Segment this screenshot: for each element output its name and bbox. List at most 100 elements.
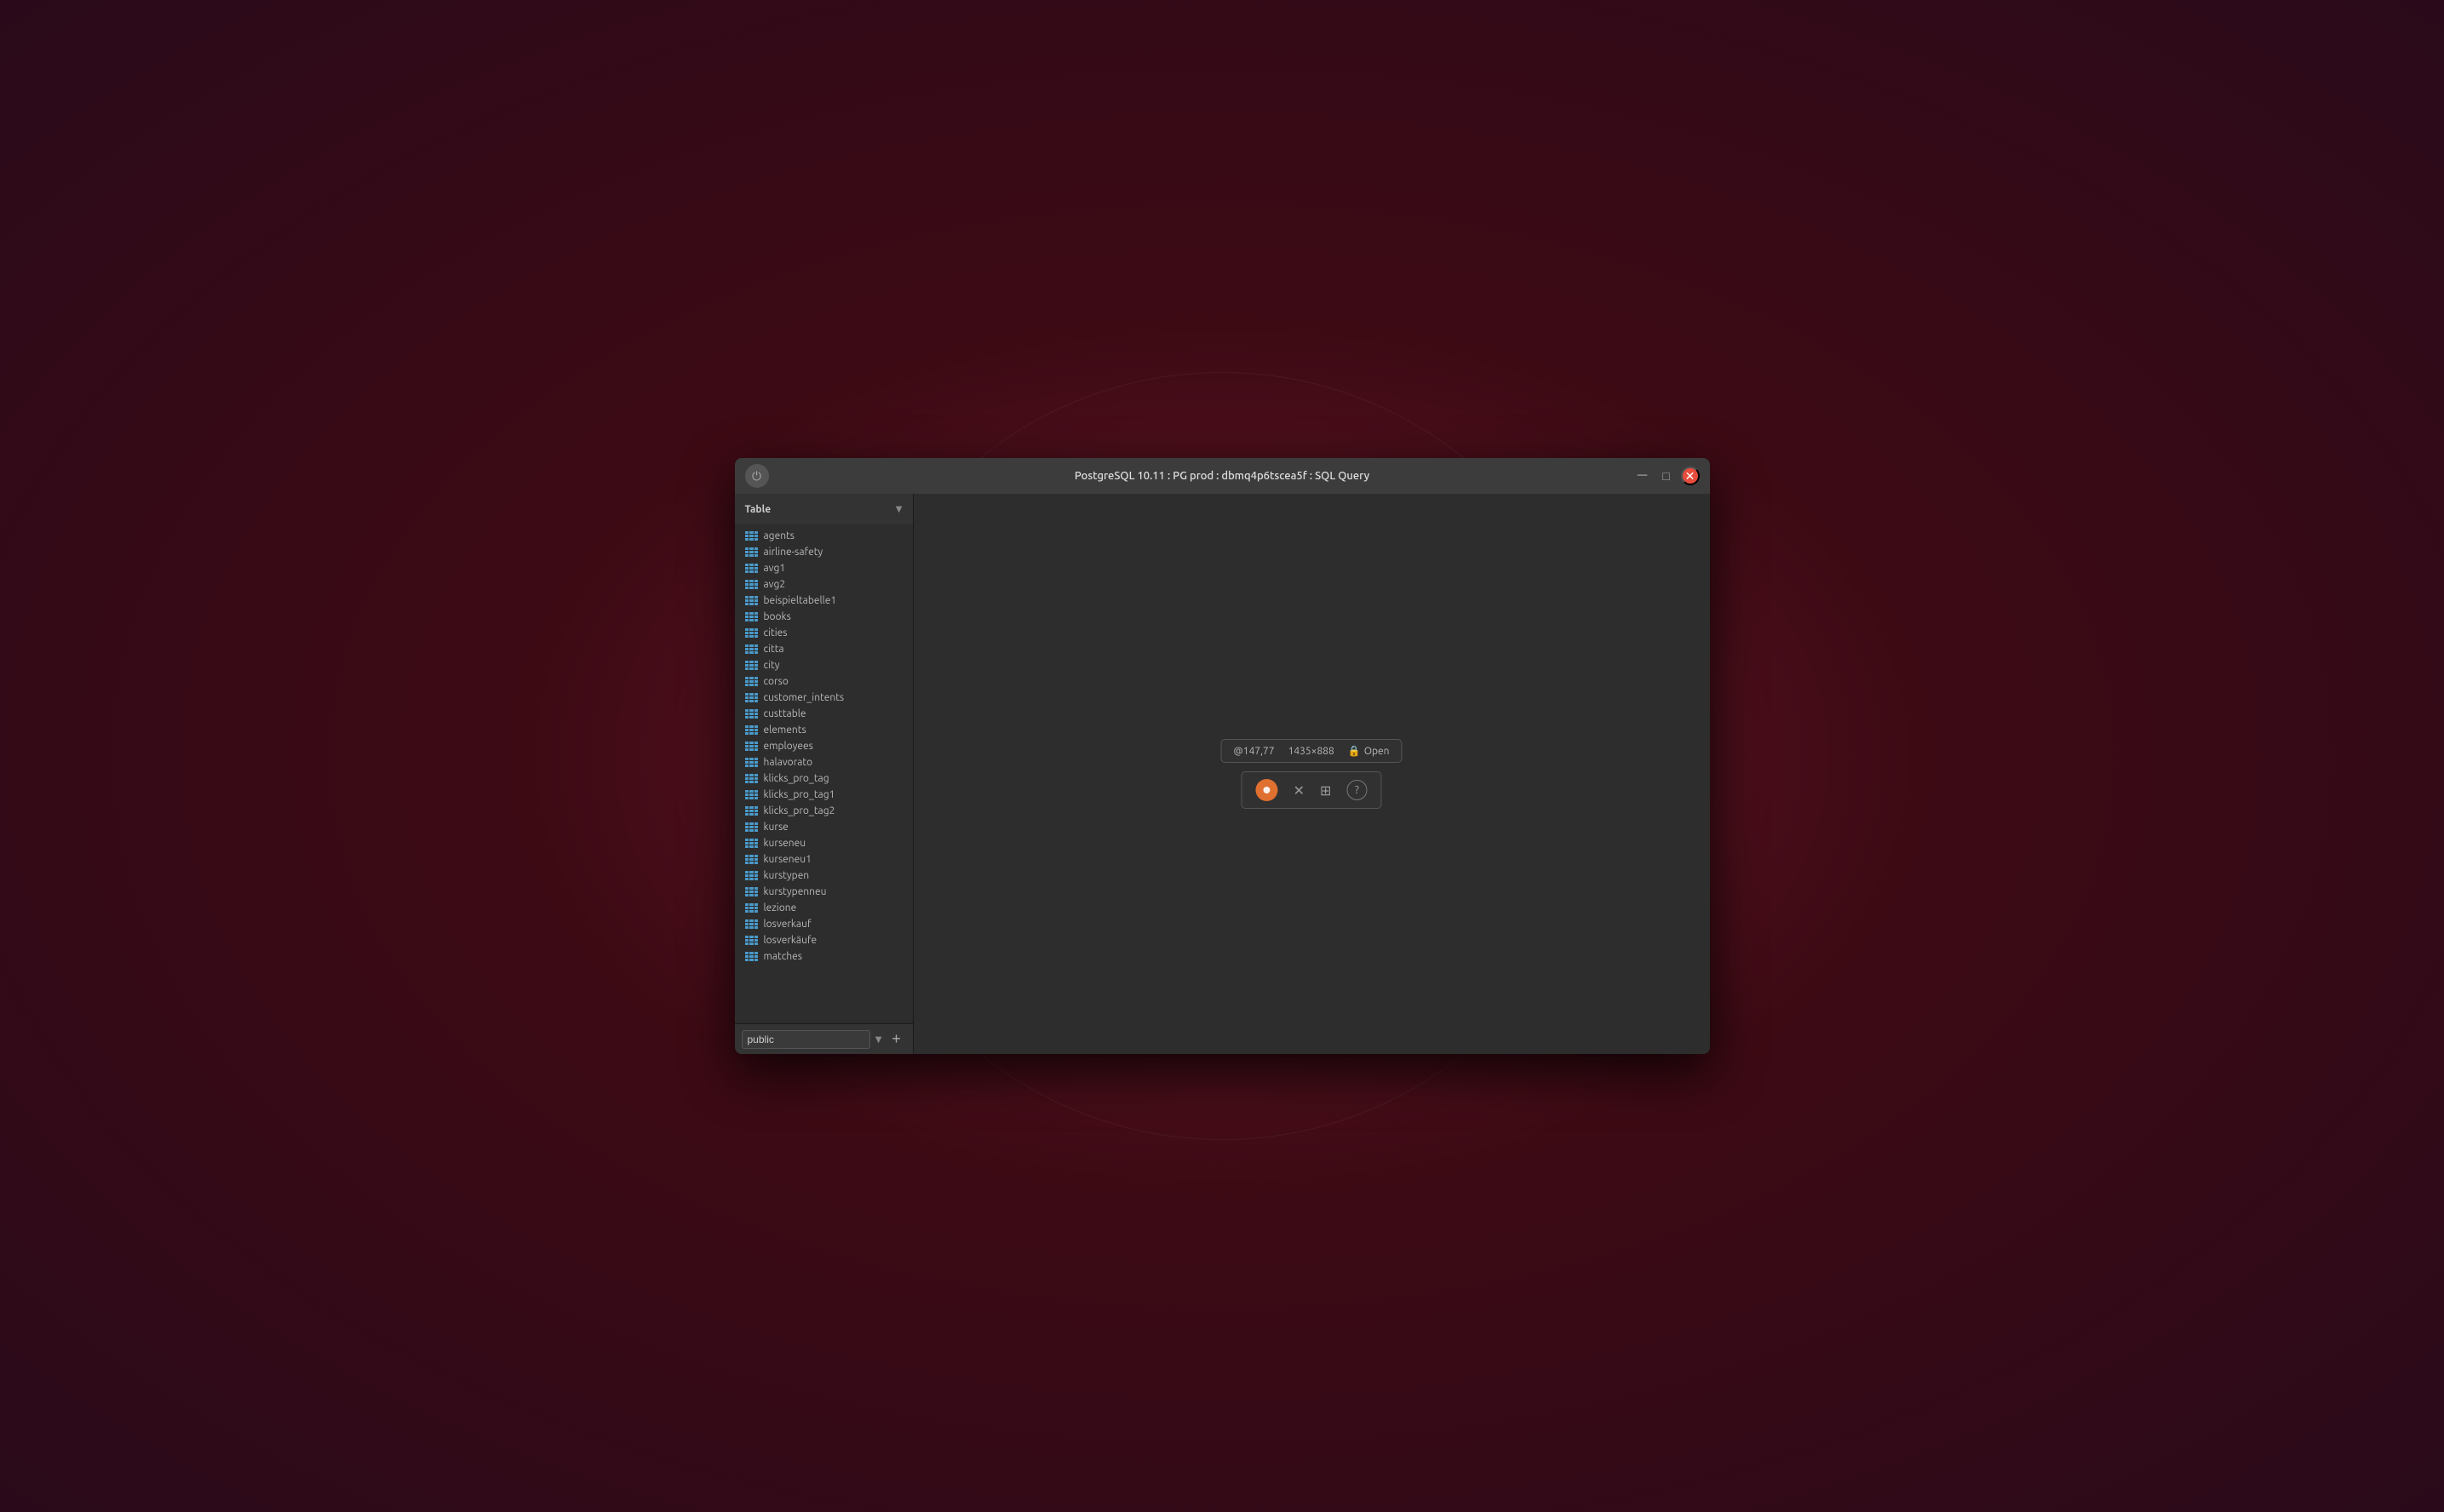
table-grid-icon: [745, 871, 759, 881]
tooltip-popup: @147,77 1435×888 🔒 Open ✕ ⊞ ?: [1220, 739, 1402, 809]
table-item[interactable]: halavorato: [735, 754, 913, 770]
table-item-label: employees: [764, 741, 813, 752]
table-item-label: custtable: [764, 708, 806, 719]
maximize-button[interactable]: □: [1657, 467, 1676, 485]
table-item[interactable]: kurseneu: [735, 835, 913, 851]
close-button[interactable]: ✕: [1681, 467, 1700, 485]
table-item-label: airline-safety: [764, 547, 823, 558]
table-item[interactable]: citta: [735, 641, 913, 657]
table-item[interactable]: lezione: [735, 900, 913, 916]
table-item[interactable]: klicks_pro_tag2: [735, 803, 913, 819]
table-item-label: agents: [764, 530, 795, 541]
table-grid-icon: [745, 596, 759, 606]
table-grid-icon: [745, 580, 759, 590]
content-area: Table ▼ agents airline-safety avg1 avg2 beis…: [735, 494, 1710, 1054]
table-grid-icon: [745, 693, 759, 703]
table-item-label: losverkauf: [764, 919, 812, 930]
table-grid-icon: [745, 709, 759, 719]
table-grid-icon: [745, 903, 759, 914]
sidebar-header: Table ▼: [735, 494, 913, 524]
table-item-label: cities: [764, 627, 788, 639]
table-item[interactable]: kurseneu1: [735, 851, 913, 868]
table-grid-icon: [745, 758, 759, 768]
table-item-label: kurseneu1: [764, 854, 812, 865]
titlebar: ⏻ PostgreSQL 10.11 : PG prod : dbmq4p6ts…: [735, 458, 1710, 494]
table-grid-icon: [745, 612, 759, 622]
window-title: PostgreSQL 10.11 : PG prod : dbmq4p6tsce…: [1075, 470, 1369, 482]
table-item[interactable]: customer_intents: [735, 690, 913, 706]
table-item-label: avg2: [764, 579, 786, 590]
table-item-label: losverkäufe: [764, 935, 818, 946]
table-grid-icon: [745, 887, 759, 897]
table-item[interactable]: losverkäufe: [735, 932, 913, 948]
sidebar-arrow-icon: ▼: [896, 504, 903, 514]
power-button[interactable]: ⏻: [745, 464, 769, 488]
table-item[interactable]: books: [735, 609, 913, 625]
table-grid-icon: [745, 725, 759, 736]
tooltip-info-bar: @147,77 1435×888 🔒 Open: [1220, 739, 1402, 763]
table-item[interactable]: losverkauf: [735, 916, 913, 932]
table-item-label: avg1: [764, 563, 786, 574]
table-grid-icon: [745, 547, 759, 558]
main-area: @147,77 1435×888 🔒 Open ✕ ⊞ ?: [914, 494, 1710, 1054]
minimize-button[interactable]: ─: [1633, 467, 1652, 485]
table-item-label: kurseneu: [764, 838, 806, 849]
tooltip-open-link[interactable]: 🔒 Open: [1348, 745, 1390, 757]
window-controls: ─ □ ✕: [1633, 467, 1700, 485]
table-item-label: customer_intents: [764, 692, 845, 703]
table-item[interactable]: avg1: [735, 560, 913, 576]
table-grid-icon: [745, 531, 759, 541]
table-item-label: city: [764, 660, 780, 671]
table-item-label: klicks_pro_tag1: [764, 789, 835, 800]
table-item[interactable]: corso: [735, 673, 913, 690]
table-grid-icon: [745, 790, 759, 800]
table-item-label: matches: [764, 951, 802, 962]
table-item[interactable]: custtable: [735, 706, 913, 722]
table-item-label: elements: [764, 724, 806, 736]
table-grid-icon: [745, 628, 759, 639]
table-item-label: citta: [764, 644, 784, 655]
table-item[interactable]: beispieltabelle1: [735, 593, 913, 609]
tooltip-size: 1435×888: [1288, 746, 1334, 757]
action-help-button[interactable]: ?: [1346, 780, 1367, 800]
table-item-label: books: [764, 611, 791, 622]
table-item[interactable]: agents: [735, 528, 913, 544]
table-item-label: klicks_pro_tag: [764, 773, 829, 784]
table-grid-icon: [745, 936, 759, 946]
table-item[interactable]: cities: [735, 625, 913, 641]
table-item[interactable]: avg2: [735, 576, 913, 593]
table-grid-icon: [745, 855, 759, 865]
table-grid-icon: [745, 952, 759, 962]
table-grid-icon: [745, 919, 759, 930]
table-grid-icon: [745, 677, 759, 687]
action-settings-icon[interactable]: ⊞: [1320, 782, 1331, 799]
table-grid-icon: [745, 661, 759, 671]
table-item[interactable]: city: [735, 657, 913, 673]
table-item[interactable]: kurstypen: [735, 868, 913, 884]
table-item-label: lezione: [764, 902, 797, 914]
sidebar-footer: public ▼ +: [735, 1023, 913, 1054]
record-button[interactable]: [1256, 779, 1278, 801]
main-window: ⏻ PostgreSQL 10.11 : PG prod : dbmq4p6ts…: [735, 458, 1710, 1054]
action-close-icon[interactable]: ✕: [1294, 782, 1305, 799]
lock-icon: 🔒: [1348, 745, 1361, 757]
table-item[interactable]: klicks_pro_tag: [735, 770, 913, 787]
table-item[interactable]: klicks_pro_tag1: [735, 787, 913, 803]
table-grid-icon: [745, 564, 759, 574]
sidebar: Table ▼ agents airline-safety avg1 avg2 beis…: [735, 494, 914, 1054]
schema-select[interactable]: public: [742, 1030, 870, 1049]
table-grid-icon: [745, 774, 759, 784]
table-list[interactable]: agents airline-safety avg1 avg2 beispieltabe…: [735, 524, 913, 1023]
table-item[interactable]: kurse: [735, 819, 913, 835]
table-item[interactable]: employees: [735, 738, 913, 754]
table-item[interactable]: airline-safety: [735, 544, 913, 560]
table-item[interactable]: matches: [735, 948, 913, 965]
table-item-label: beispieltabelle1: [764, 595, 837, 606]
table-grid-icon: [745, 839, 759, 849]
table-item[interactable]: elements: [735, 722, 913, 738]
table-item[interactable]: kurstypenneu: [735, 884, 913, 900]
table-item-label: corso: [764, 676, 789, 687]
add-schema-button[interactable]: +: [887, 1030, 906, 1049]
table-grid-icon: [745, 644, 759, 655]
table-item-label: kurstypen: [764, 870, 810, 881]
